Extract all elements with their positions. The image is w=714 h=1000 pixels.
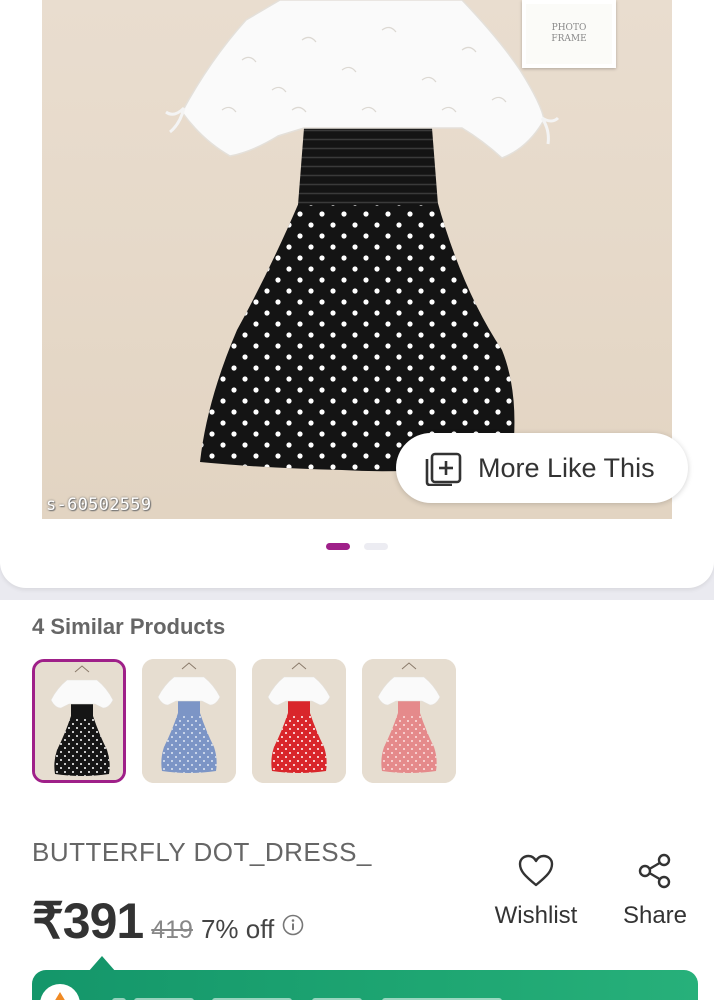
collection-add-icon bbox=[425, 452, 462, 486]
heart-icon bbox=[518, 854, 554, 887]
carousel-indicator bbox=[0, 543, 714, 551]
frame-text-line1: PHOTO bbox=[551, 23, 587, 33]
more-like-this-button[interactable]: More Like This bbox=[396, 433, 688, 503]
more-like-this-label: More Like This bbox=[478, 452, 655, 483]
share-label: Share bbox=[622, 902, 688, 929]
similar-product-thumb[interactable] bbox=[142, 659, 236, 783]
discount-label: 7% off bbox=[200, 914, 275, 944]
original-price: 419 bbox=[151, 916, 193, 944]
similar-product-thumb[interactable] bbox=[362, 659, 456, 783]
frame-text-line2: FRAME bbox=[551, 34, 587, 44]
product-code-watermark: s-60502559 bbox=[46, 495, 152, 515]
wall-frame: PHOTO FRAME bbox=[522, 0, 616, 68]
product-title: BUTTERFLY DOT_DRESS_ bbox=[32, 837, 372, 867]
similar-product-image bbox=[252, 659, 346, 783]
similar-products-list bbox=[32, 659, 456, 783]
similar-product-image bbox=[362, 659, 456, 783]
share-button[interactable]: Share bbox=[620, 852, 690, 930]
info-icon[interactable] bbox=[282, 914, 304, 936]
banner-text-partial bbox=[112, 991, 532, 1000]
carousel-dot-active[interactable] bbox=[326, 543, 350, 550]
carousel-dot[interactable] bbox=[364, 543, 388, 550]
wishlist-button[interactable]: Wishlist bbox=[490, 852, 582, 930]
share-icon bbox=[638, 853, 671, 889]
price-row: ₹391 419 7% off bbox=[32, 892, 304, 950]
product-image-card: PHOTO FRAME s-60502559 More Like This bbox=[0, 0, 714, 588]
wishlist-label: Wishlist bbox=[494, 902, 578, 929]
similar-product-thumb[interactable] bbox=[252, 659, 346, 783]
price: ₹391 bbox=[32, 893, 144, 949]
similar-product-image bbox=[35, 662, 123, 780]
similar-product-image bbox=[142, 659, 236, 783]
similar-products-title: 4 Similar Products bbox=[32, 614, 226, 639]
similar-product-thumb[interactable] bbox=[32, 659, 126, 783]
